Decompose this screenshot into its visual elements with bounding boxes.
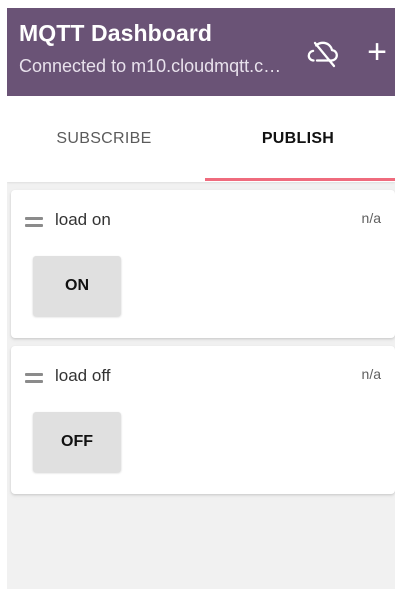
app-bar: MQTT Dashboard Connected to m10.cloudmqt… bbox=[7, 8, 395, 96]
tab-publish[interactable]: PUBLISH bbox=[201, 96, 395, 182]
active-tab-indicator bbox=[205, 178, 395, 181]
mqtt-dashboard-app: MQTT Dashboard Connected to m10.cloudmqt… bbox=[7, 8, 395, 589]
drag-handle-icon[interactable] bbox=[25, 373, 43, 383]
on-button[interactable]: ON bbox=[33, 256, 121, 316]
card-status: n/a bbox=[361, 210, 381, 226]
connection-status: Connected to m10.cloudmqtt.co... bbox=[19, 56, 287, 76]
card-status: n/a bbox=[361, 366, 381, 382]
list-item: load on n/a ON bbox=[11, 190, 395, 338]
tab-subscribe[interactable]: SUBSCRIBE bbox=[7, 96, 201, 182]
app-title: MQTT Dashboard bbox=[19, 20, 213, 46]
tab-bar: SUBSCRIBE PUBLISH bbox=[7, 96, 395, 182]
off-button[interactable]: OFF bbox=[33, 412, 121, 472]
add-icon[interactable]: + bbox=[359, 32, 395, 72]
card-title: load on bbox=[55, 210, 111, 229]
cloud-off-icon[interactable] bbox=[307, 36, 341, 70]
card-title: load off bbox=[55, 366, 111, 385]
list-item: load off n/a OFF bbox=[11, 346, 395, 494]
drag-handle-icon[interactable] bbox=[25, 217, 43, 227]
